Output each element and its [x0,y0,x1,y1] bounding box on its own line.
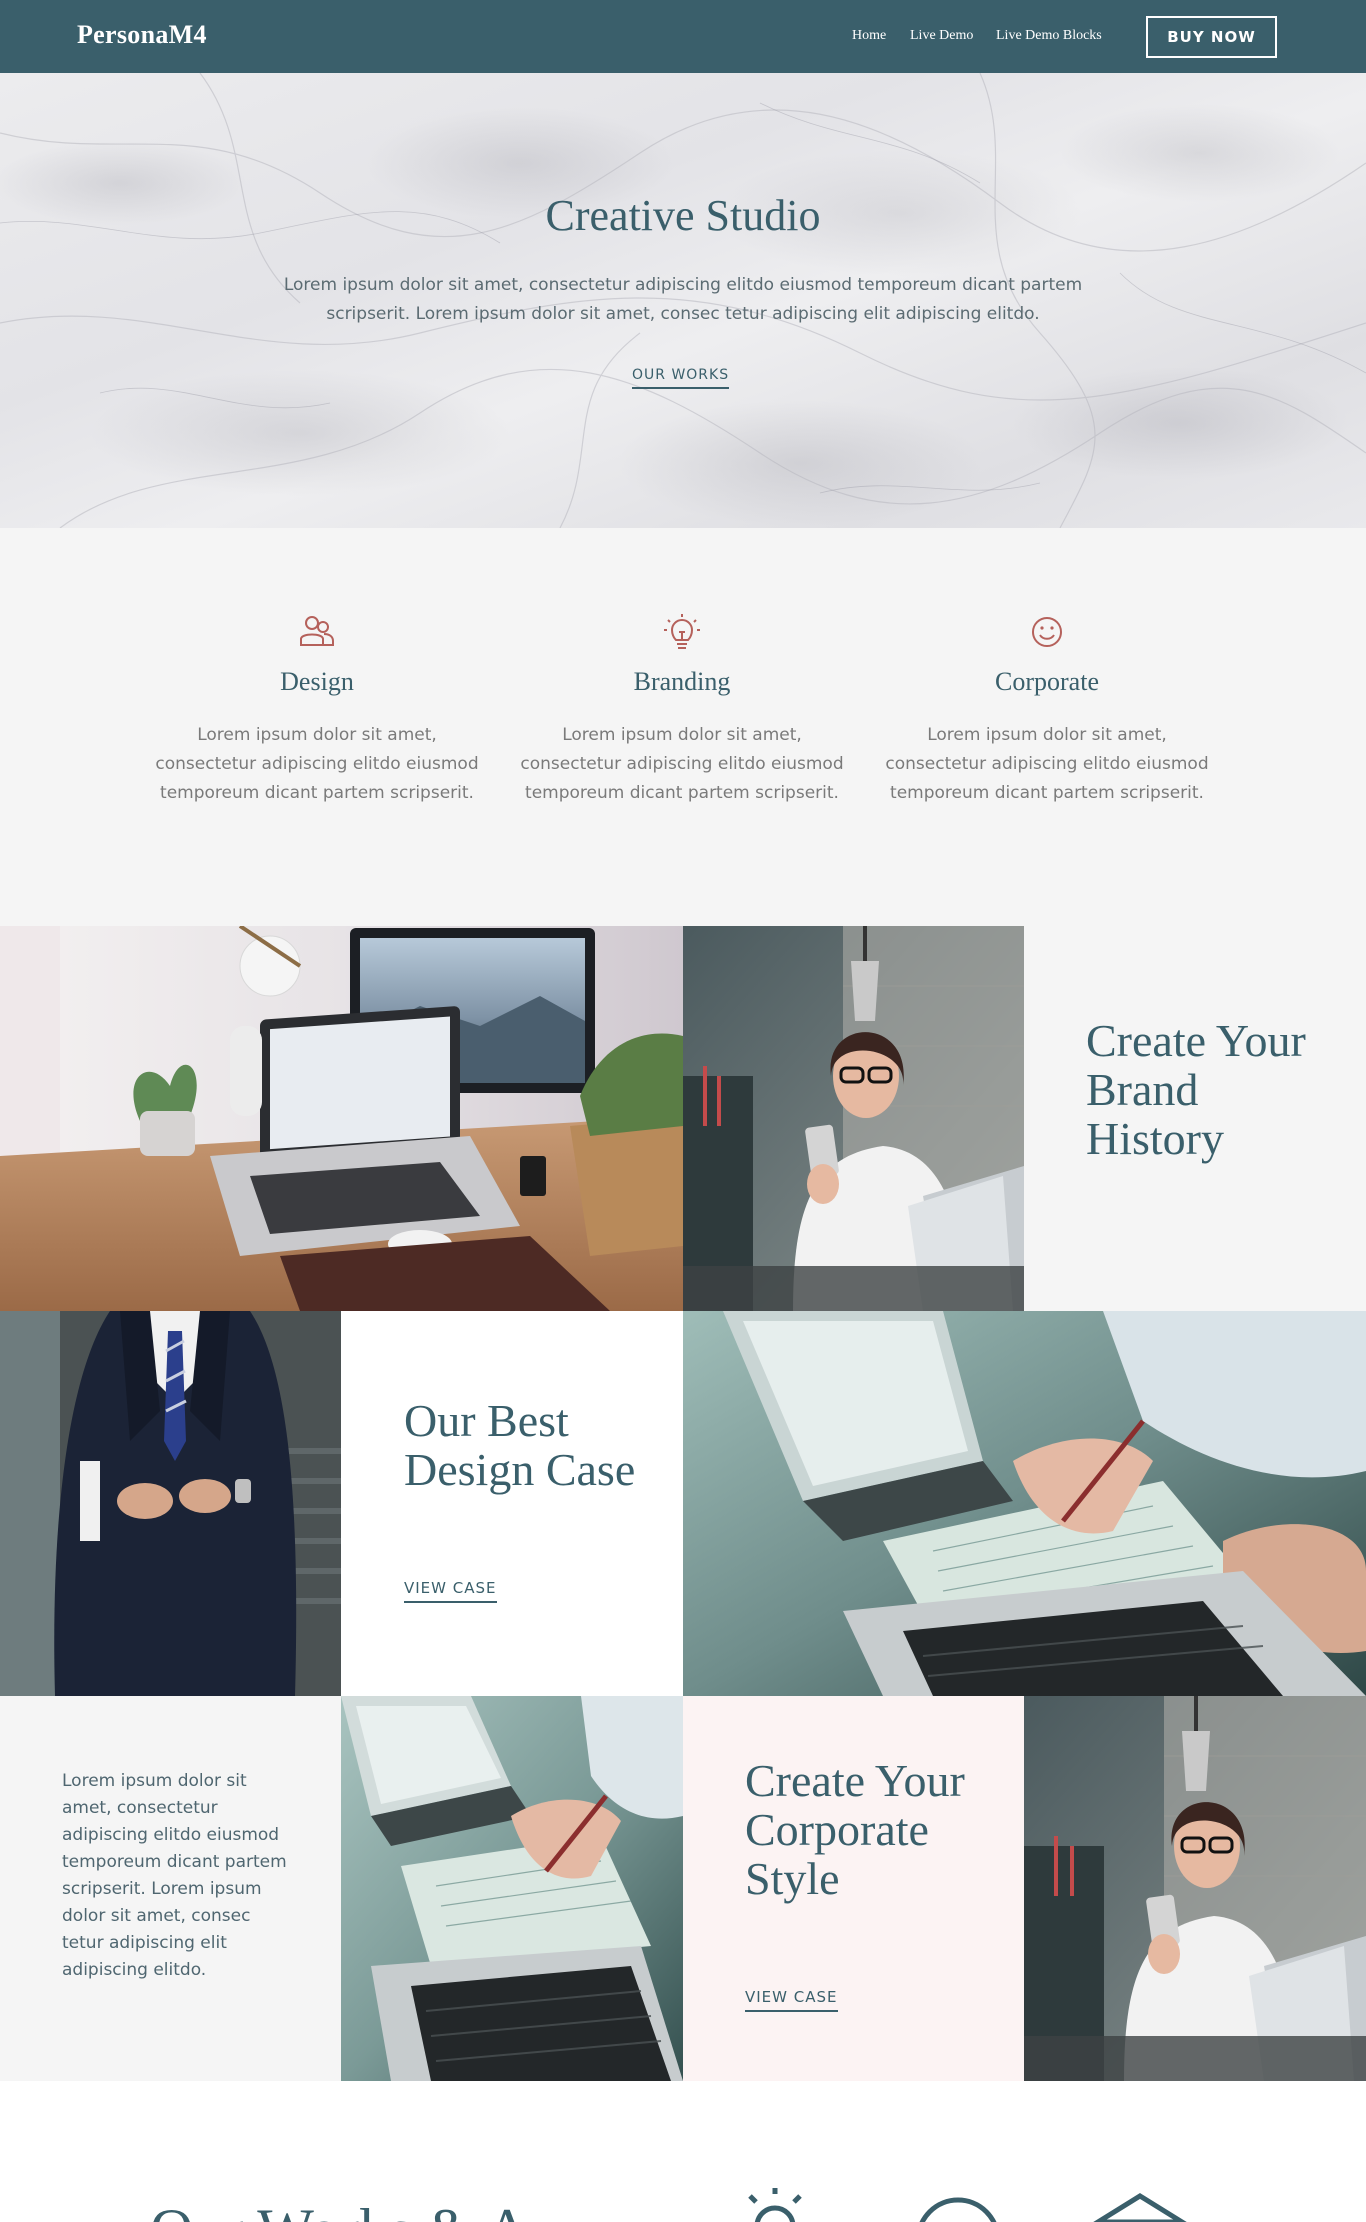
users-icon [300,616,334,646]
feature-text: Lorem ipsum dolor sit amet, consectetur … [885,725,1209,803]
hero-section: Creative Studio Lorem ipsum dolor sit am… [0,73,1366,528]
feature-title: Design [280,667,354,696]
text-card-paragraph: Lorem ipsum dolor sit amet, consectetur … [62,1771,287,1980]
works-section: Our Works & A [0,2084,1366,2222]
businessman-suit-photo [0,1311,341,1696]
diamond-icon [1093,2193,1187,2222]
smiley-icon [1032,617,1062,647]
nav-live-demo[interactable]: Live Demo [910,28,973,44]
corporate-style-card: Create Your Corporate Style VIEW CASE [683,1696,1024,2081]
top-navbar: PersonaM4 Home Live Demo Live Demo Block… [0,0,1366,73]
workspace-desk-photo [0,926,683,1311]
feature-text: Lorem ipsum dolor sit amet, consectetur … [155,725,479,803]
brand-history-card: Create Your Brand History [1024,926,1366,1311]
corporate-style-heading: Create Your Corporate Style [745,1755,965,1904]
laptop-writing-photo [683,1311,1366,1696]
features-section: Design Lorem ipsum dolor sit amet, conse… [0,528,1366,926]
hero-description: Lorem ipsum dolor sit amet, consectetur … [283,275,1083,324]
best-design-heading: Our Best Design Case [404,1395,636,1495]
view-case-link[interactable]: VIEW CASE [745,1988,838,2012]
feature-title: Branding [633,667,731,696]
nav-live-demo-blocks[interactable]: Live Demo Blocks [996,28,1102,44]
writing-notes-photo [341,1696,683,2081]
nav-home[interactable]: Home [852,28,886,44]
text-card: Lorem ipsum dolor sit amet, consectetur … [0,1696,341,2081]
works-heading: Our Works & A [150,2196,529,2222]
smiley-icon [919,2197,997,2222]
woman-phone-photo-2 [1024,1696,1366,2081]
woman-phone-photo [683,926,1024,1311]
feature-title: Corporate [995,667,1099,696]
lightbulb-icon [748,2188,802,2222]
lightbulb-icon [664,614,700,649]
buy-now-button[interactable]: BUY NOW [1146,16,1277,58]
view-case-link[interactable]: VIEW CASE [404,1579,497,1603]
best-design-card: Our Best Design Case VIEW CASE [341,1311,683,1696]
brand-logo[interactable]: PersonaM4 [77,20,207,50]
feature-text: Lorem ipsum dolor sit amet, consectetur … [520,725,844,803]
hero-title: Creative Studio [545,191,821,240]
brand-history-heading: Create Your Brand History [1086,1015,1306,1164]
our-works-link[interactable]: OUR WORKS [632,367,730,389]
